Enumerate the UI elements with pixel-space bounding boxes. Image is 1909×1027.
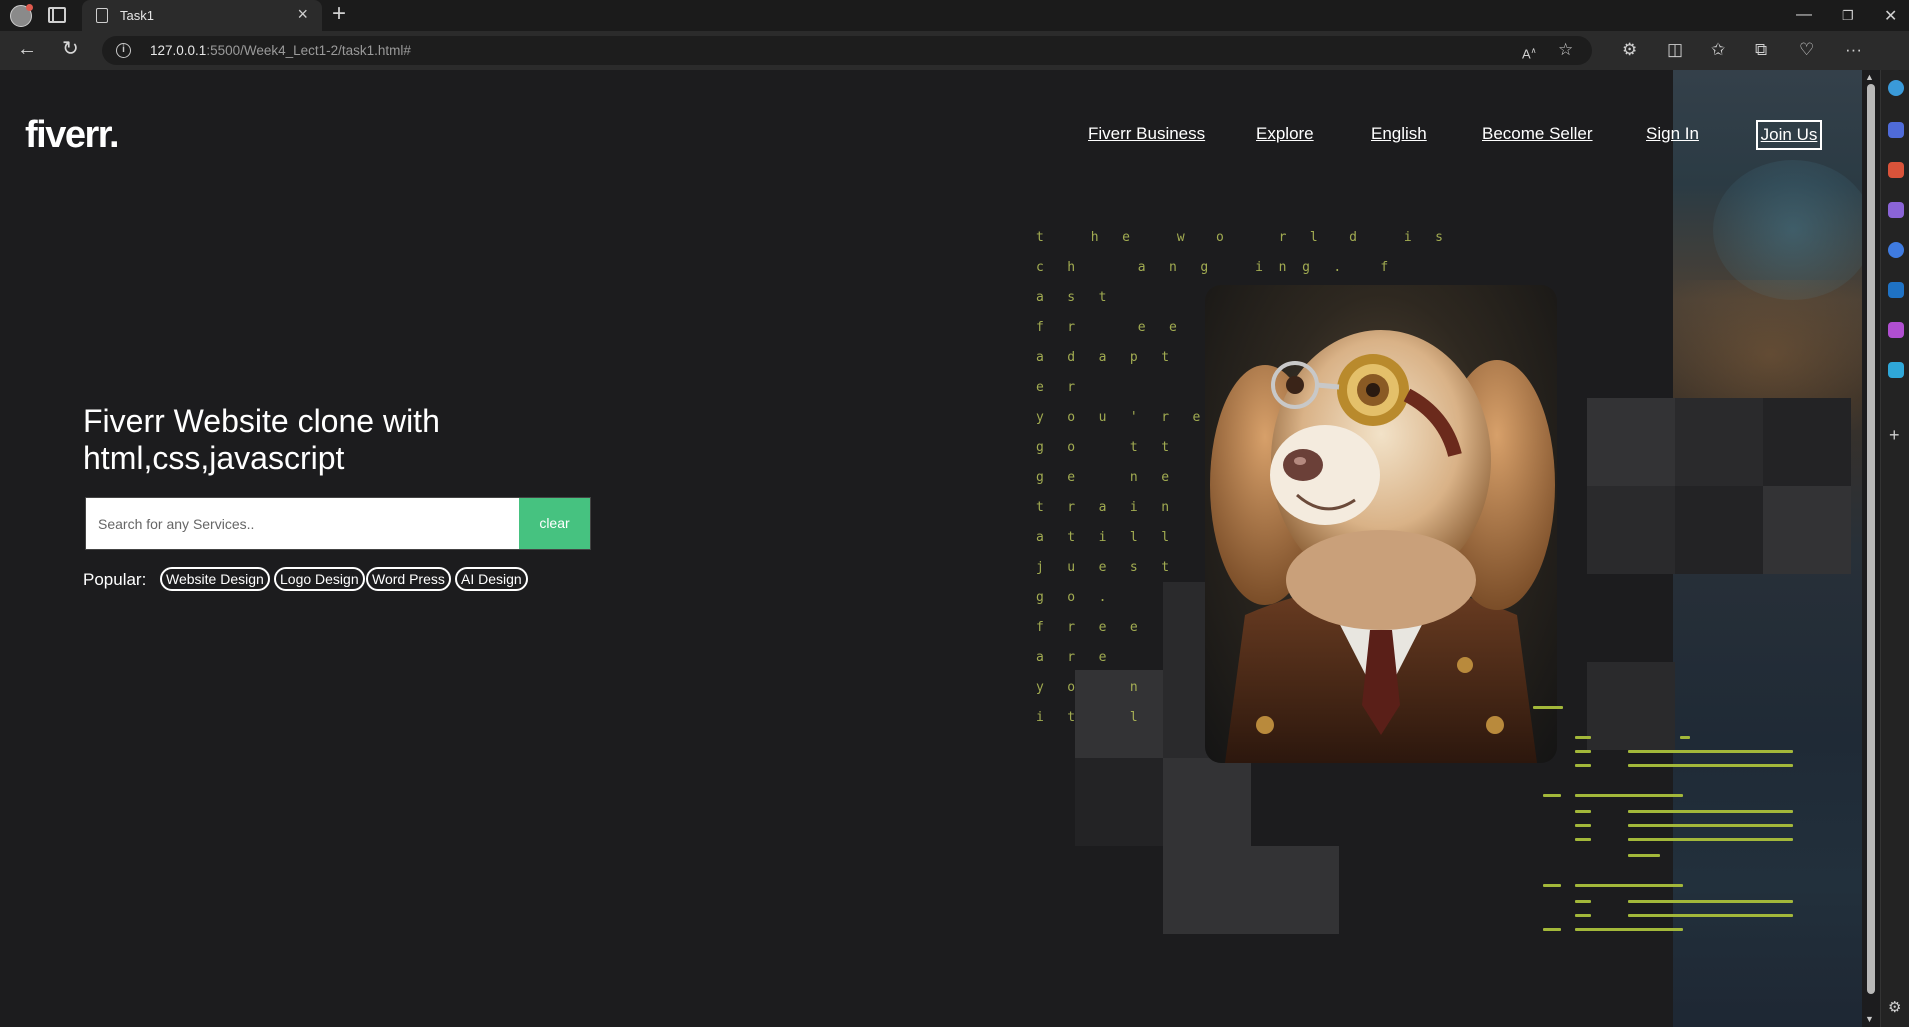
ascii-row: a r e bbox=[1036, 650, 1107, 665]
search-input[interactable] bbox=[86, 498, 520, 549]
ascii-row: y o u ' r e bbox=[1036, 410, 1201, 425]
more-menu-icon[interactable]: ··· bbox=[1845, 41, 1862, 58]
new-tab-icon[interactable]: + bbox=[332, 2, 346, 26]
page-icon bbox=[96, 8, 108, 23]
ascii-row: g e n e bbox=[1036, 470, 1170, 485]
ascii-row: a d a p t bbox=[1036, 350, 1170, 365]
tag-logo-design[interactable]: Logo Design bbox=[274, 567, 365, 591]
shopping-icon[interactable] bbox=[1888, 122, 1904, 138]
browser-tab-bar: Task1 × + — ❐ ✕ bbox=[0, 0, 1909, 31]
popular-label: Popular: bbox=[83, 570, 147, 589]
copilot-icon[interactable] bbox=[1888, 242, 1904, 258]
back-icon[interactable]: ← bbox=[17, 39, 37, 59]
split-screen-icon[interactable]: ◫ bbox=[1667, 41, 1683, 58]
ascii-row: t r a i n bbox=[1036, 500, 1170, 515]
ascii-row: f r e e bbox=[1036, 620, 1138, 635]
restore-icon[interactable]: ❐ bbox=[1842, 8, 1854, 24]
ascii-row: g o t t bbox=[1036, 440, 1170, 455]
nav-fiverr-business[interactable]: Fiverr Business bbox=[1088, 124, 1205, 144]
scrollbar-thumb[interactable] bbox=[1867, 84, 1875, 994]
decor-tile bbox=[1587, 662, 1675, 750]
telegram-icon[interactable] bbox=[1888, 362, 1904, 378]
window-close-icon[interactable]: ✕ bbox=[1884, 6, 1897, 26]
tag-ai-design[interactable]: AI Design bbox=[455, 567, 528, 591]
close-tab-icon[interactable]: × bbox=[297, 5, 308, 23]
sidebar-settings-icon[interactable]: ⚙ bbox=[1888, 998, 1901, 1016]
outlook-icon[interactable] bbox=[1888, 282, 1904, 298]
tab-actions-icon[interactable] bbox=[48, 7, 66, 23]
collections-icon[interactable]: ⧉ bbox=[1755, 41, 1767, 58]
url-text[interactable]: 127.0.0.1:5500/Week4_Lect1-2/task1.html# bbox=[150, 43, 411, 58]
games-icon[interactable] bbox=[1888, 202, 1904, 218]
decor-tile bbox=[1675, 486, 1763, 574]
nav-sign-in[interactable]: Sign In bbox=[1646, 124, 1699, 144]
browser-tab[interactable]: Task1 × bbox=[82, 0, 322, 31]
ascii-row: t h e w o r l d i s bbox=[1036, 230, 1443, 245]
favorite-star-icon[interactable]: ☆ bbox=[1558, 41, 1573, 58]
refresh-icon[interactable]: ↻ bbox=[62, 39, 79, 59]
ascii-row: e r bbox=[1036, 380, 1076, 395]
ascii-row: y o n bbox=[1036, 680, 1138, 695]
read-aloud-icon[interactable]: A∧ bbox=[1522, 42, 1537, 62]
ascii-row: a s t bbox=[1036, 290, 1107, 305]
decor-tile bbox=[1075, 758, 1163, 846]
tab-title: Task1 bbox=[120, 8, 154, 23]
page-scrollbar[interactable]: ▲ ▼ bbox=[1862, 70, 1880, 1027]
search-bar: clear bbox=[85, 497, 591, 550]
ascii-row: g o . bbox=[1036, 590, 1107, 605]
performance-icon[interactable]: ♡ bbox=[1799, 41, 1814, 58]
minimize-icon[interactable]: — bbox=[1796, 6, 1812, 24]
scroll-down-icon[interactable]: ▼ bbox=[1865, 1014, 1874, 1024]
scroll-up-icon[interactable]: ▲ bbox=[1865, 72, 1874, 82]
ascii-row: j u e s t bbox=[1036, 560, 1170, 575]
decor-tile bbox=[1675, 398, 1763, 486]
tag-word-press[interactable]: Word Press bbox=[366, 567, 451, 591]
profile-avatar-icon[interactable] bbox=[10, 4, 33, 27]
designer-icon[interactable] bbox=[1888, 322, 1904, 338]
ascii-row: f r e e bbox=[1036, 320, 1177, 335]
decor-tile bbox=[1587, 398, 1675, 486]
page-viewport: t h e w o r l d i s c h a n g i n g . f … bbox=[3, 70, 1862, 1027]
tools-icon[interactable] bbox=[1888, 162, 1904, 178]
add-sidebar-item-icon[interactable]: + bbox=[1889, 425, 1900, 446]
nav-become-seller[interactable]: Become Seller bbox=[1482, 124, 1593, 144]
decor-tile bbox=[1587, 486, 1675, 574]
ascii-row: a t i l l bbox=[1036, 530, 1170, 545]
ascii-row: i t l bbox=[1036, 710, 1138, 725]
join-us-button[interactable]: Join Us bbox=[1756, 120, 1822, 150]
address-bar: ← ↻ i 127.0.0.1:5500/Week4_Lect1-2/task1… bbox=[0, 31, 1909, 70]
clear-button[interactable]: clear bbox=[519, 498, 590, 549]
nav-english[interactable]: English bbox=[1371, 124, 1427, 144]
dog-portrait-image bbox=[1205, 285, 1557, 763]
site-info-icon[interactable]: i bbox=[116, 43, 131, 58]
decor-tile bbox=[1763, 486, 1851, 574]
ascii-row: c h a n g i n g . f bbox=[1036, 260, 1389, 275]
extensions-icon[interactable]: ⚙ bbox=[1622, 41, 1637, 58]
decor-tile bbox=[1163, 758, 1251, 846]
fiverr-logo[interactable]: fiverr. bbox=[25, 114, 120, 157]
hero-title: Fiverr Website clone with html,css,javas… bbox=[83, 403, 440, 476]
favorites-icon[interactable]: ✩ bbox=[1711, 41, 1725, 58]
decor-tile bbox=[1763, 398, 1851, 486]
tag-website-design[interactable]: Website Design bbox=[160, 567, 270, 591]
nav-explore[interactable]: Explore bbox=[1256, 124, 1314, 144]
url-field[interactable]: i 127.0.0.1:5500/Week4_Lect1-2/task1.htm… bbox=[102, 36, 1592, 65]
edge-sidebar: + ⚙ bbox=[1880, 70, 1909, 1027]
decor-tile bbox=[1163, 846, 1339, 934]
search-icon[interactable] bbox=[1888, 80, 1904, 96]
